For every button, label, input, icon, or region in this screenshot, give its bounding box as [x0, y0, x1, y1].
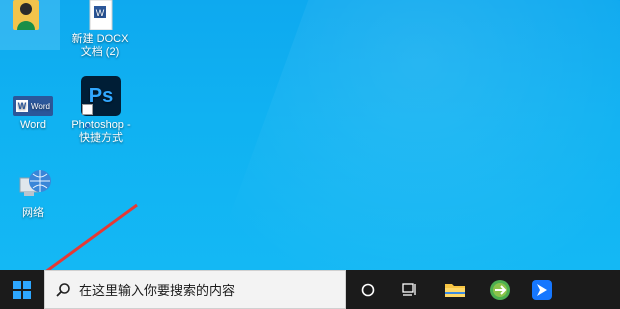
search-icon — [56, 282, 70, 297]
feishu-icon — [532, 279, 552, 300]
cortana-icon — [361, 283, 375, 296]
annotation-arrow-icon — [45, 203, 138, 270]
file-explorer-button[interactable] — [435, 270, 475, 309]
start-windows-icon — [13, 280, 31, 299]
task-view-button[interactable] — [390, 270, 430, 309]
cortana-button[interactable] — [348, 270, 388, 309]
start-button[interactable] — [0, 270, 44, 309]
browser-icon — [490, 279, 510, 300]
file-explorer-icon — [445, 283, 465, 297]
desktop: W 新建 DOCX 文档 (2) W Word Word Ps Photosho… — [0, 0, 620, 270]
task-view-icon — [402, 282, 416, 296]
search-placeholder: 在这里输入你要搜索的内容 — [79, 283, 236, 298]
feishu-button[interactable] — [522, 270, 562, 309]
browser-button[interactable] — [480, 270, 520, 309]
search-box[interactable]: 在这里输入你要搜索的内容 — [44, 270, 346, 309]
taskbar: 在这里输入你要搜索的内容 — [0, 270, 620, 309]
